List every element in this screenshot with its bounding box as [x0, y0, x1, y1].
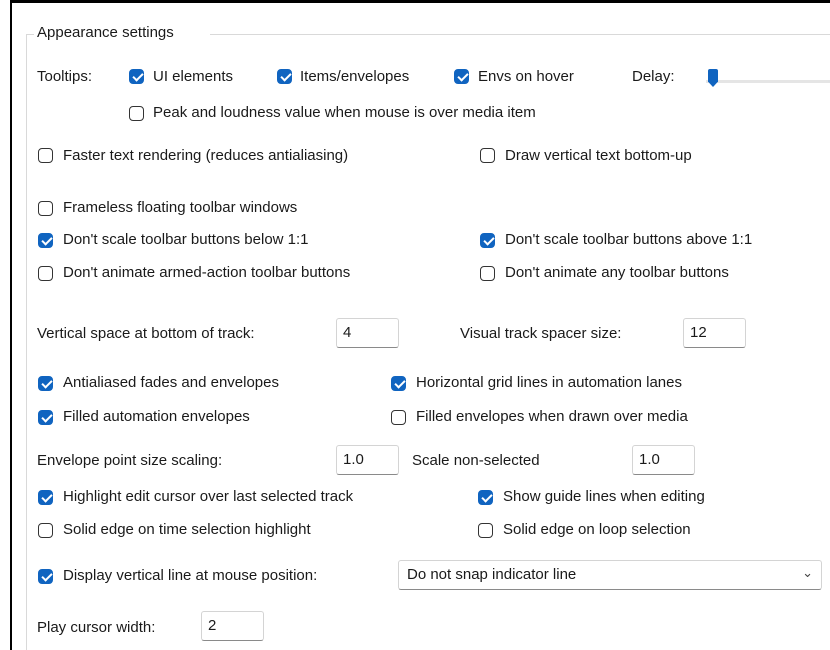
snap-indicator-select[interactable]: Do not snap indicator line ⌄: [398, 560, 822, 590]
point-scale-input[interactable]: 1.0: [336, 445, 399, 475]
delay-label: Delay:: [632, 68, 675, 85]
solid-time-selection-label[interactable]: Solid edge on time selection highlight: [63, 521, 311, 538]
no-animate-any-checkbox[interactable]: [480, 266, 495, 281]
vertical-space-input[interactable]: 4: [336, 318, 399, 348]
play-cursor-width-label: Play cursor width:: [37, 619, 156, 636]
vertical-line-checkbox[interactable]: [38, 569, 53, 584]
no-scale-below-label[interactable]: Don't scale toolbar buttons below 1:1: [63, 231, 309, 248]
faster-text-label[interactable]: Faster text rendering (reduces antialias…: [63, 147, 348, 164]
ui-elements-label[interactable]: UI elements: [153, 68, 233, 85]
point-scale-label: Envelope point size scaling:: [37, 452, 223, 469]
frameless-toolbar-label[interactable]: Frameless floating toolbar windows: [63, 199, 297, 216]
antialiased-label[interactable]: Antialiased fades and envelopes: [63, 374, 279, 391]
faster-text-checkbox[interactable]: [38, 148, 53, 163]
filled-over-media-checkbox[interactable]: [391, 410, 406, 425]
spacer-size-label: Visual track spacer size:: [460, 325, 622, 342]
non-selected-label: Scale non-selected: [412, 452, 540, 469]
guide-lines-checkbox[interactable]: [478, 490, 493, 505]
highlight-edit-label[interactable]: Highlight edit cursor over last selected…: [63, 488, 353, 505]
grid-lines-label[interactable]: Horizontal grid lines in automation lane…: [416, 374, 682, 391]
solid-loop-selection-label[interactable]: Solid edge on loop selection: [503, 521, 691, 538]
group-box-top-edge-right: [210, 34, 830, 35]
chevron-down-icon[interactable]: ⌄: [802, 565, 813, 581]
non-selected-input[interactable]: 1.0: [632, 445, 695, 475]
group-box-top-edge-left: [26, 34, 34, 35]
no-animate-armed-checkbox[interactable]: [38, 266, 53, 281]
group-title: Appearance settings: [37, 24, 174, 41]
filled-auto-checkbox[interactable]: [38, 410, 53, 425]
envs-on-hover-label[interactable]: Envs on hover: [478, 68, 574, 85]
window-left-border: [10, 0, 12, 650]
guide-lines-label[interactable]: Show guide lines when editing: [503, 488, 705, 505]
delay-slider-thumb[interactable]: [708, 69, 718, 87]
group-box-left-edge: [26, 34, 27, 650]
frameless-toolbar-checkbox[interactable]: [38, 201, 53, 216]
no-scale-above-label[interactable]: Don't scale toolbar buttons above 1:1: [505, 231, 752, 248]
solid-time-selection-checkbox[interactable]: [38, 523, 53, 538]
items-envelopes-label[interactable]: Items/envelopes: [300, 68, 409, 85]
filled-auto-label[interactable]: Filled automation envelopes: [63, 408, 250, 425]
vertical-space-label: Vertical space at bottom of track:: [37, 325, 255, 342]
vertical-text-checkbox[interactable]: [480, 148, 495, 163]
items-envelopes-checkbox[interactable]: [277, 69, 292, 84]
vertical-text-label[interactable]: Draw vertical text bottom-up: [505, 147, 692, 164]
no-animate-any-label[interactable]: Don't animate any toolbar buttons: [505, 264, 729, 281]
envs-on-hover-checkbox[interactable]: [454, 69, 469, 84]
vertical-line-label[interactable]: Display vertical line at mouse position:: [63, 567, 317, 584]
window-top-border: [10, 0, 830, 3]
snap-indicator-value: Do not snap indicator line: [407, 566, 577, 583]
filled-over-media-label[interactable]: Filled envelopes when drawn over media: [416, 408, 688, 425]
spacer-size-input[interactable]: 12: [683, 318, 746, 348]
peak-loudness-label[interactable]: Peak and loudness value when mouse is ov…: [153, 104, 536, 121]
no-animate-armed-label[interactable]: Don't animate armed-action toolbar butto…: [63, 264, 350, 281]
no-scale-above-checkbox[interactable]: [480, 233, 495, 248]
play-cursor-width-input[interactable]: 2: [201, 611, 264, 641]
grid-lines-checkbox[interactable]: [391, 376, 406, 391]
delay-slider-track[interactable]: [706, 80, 830, 83]
no-scale-below-checkbox[interactable]: [38, 233, 53, 248]
peak-loudness-checkbox[interactable]: [129, 106, 144, 121]
solid-loop-selection-checkbox[interactable]: [478, 523, 493, 538]
ui-elements-checkbox[interactable]: [129, 69, 144, 84]
tooltips-label: Tooltips:: [37, 68, 93, 85]
antialiased-checkbox[interactable]: [38, 376, 53, 391]
highlight-edit-checkbox[interactable]: [38, 490, 53, 505]
